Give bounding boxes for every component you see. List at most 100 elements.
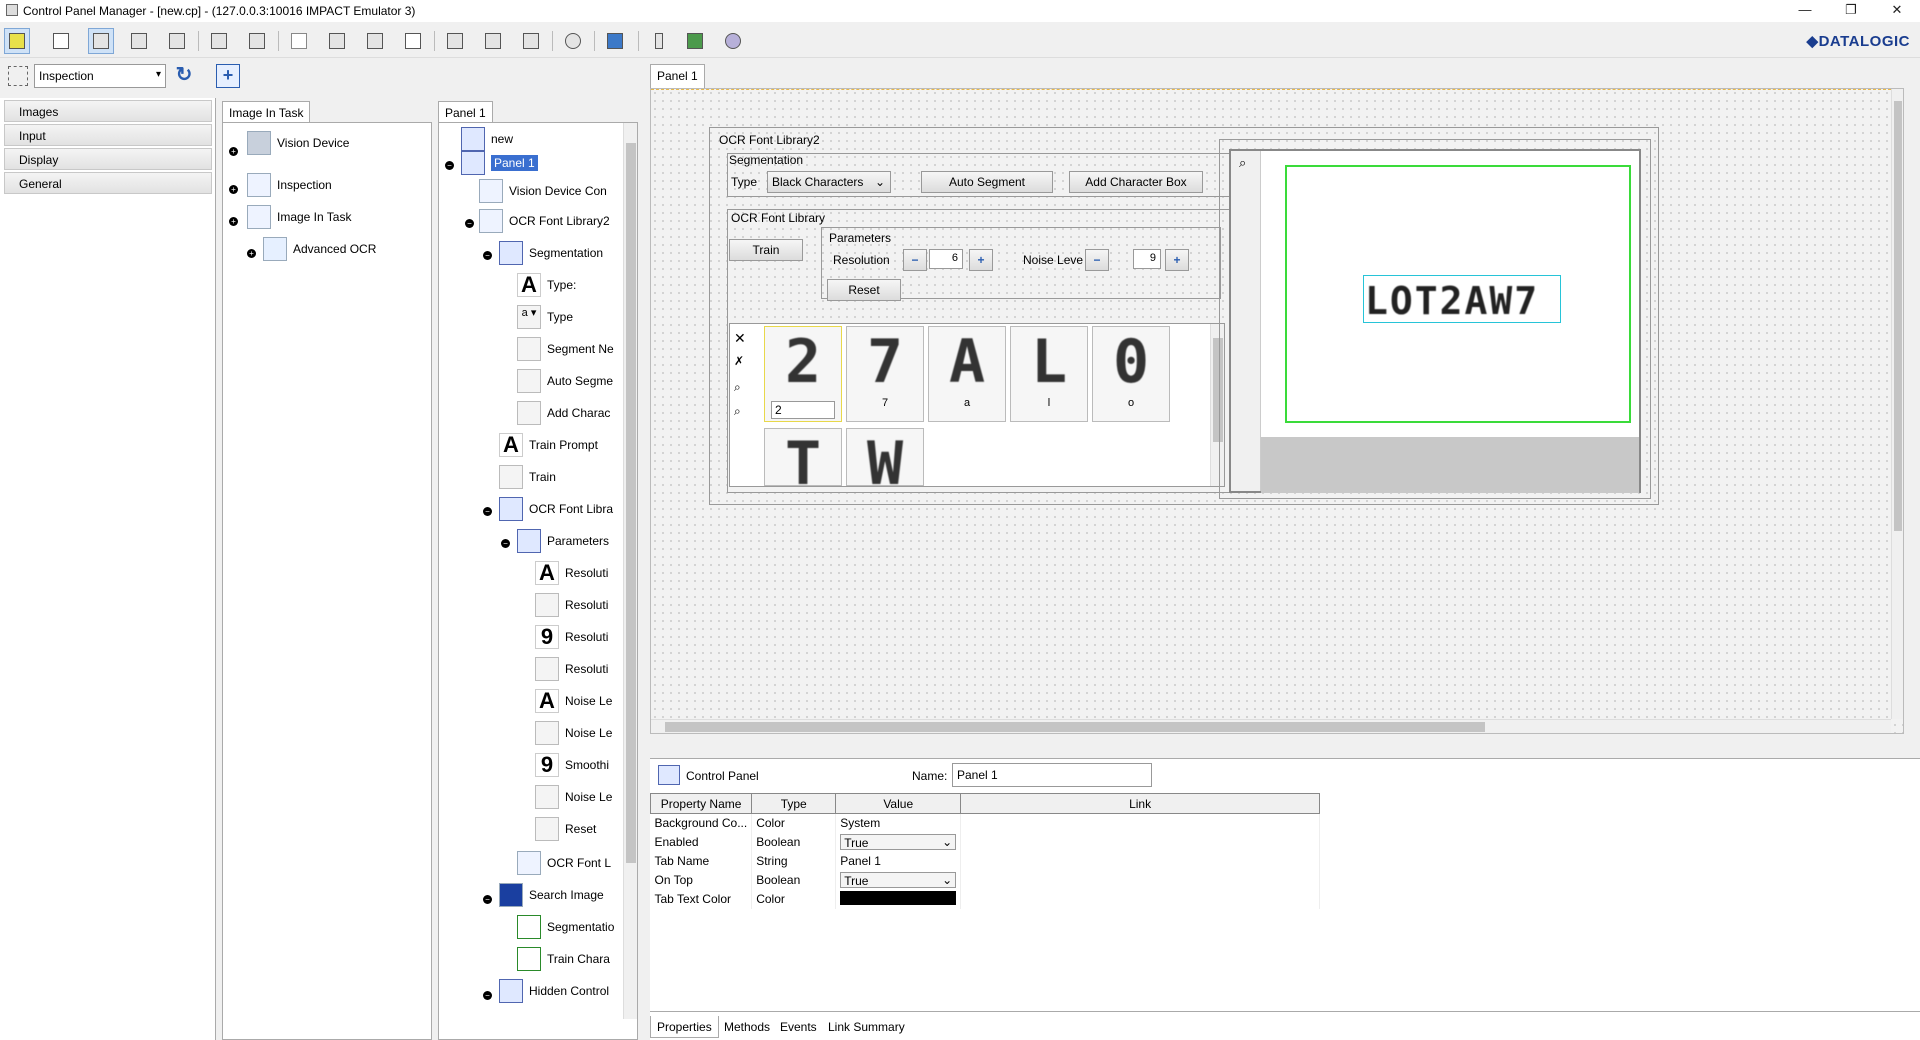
tab-methods[interactable]: Methods xyxy=(718,1016,776,1038)
resolution-minus-button[interactable]: − xyxy=(903,249,927,271)
noise-plus-button[interactable]: + xyxy=(1165,249,1189,271)
tree-item[interactable]: 9 Resoluti xyxy=(535,625,608,649)
scroll-thumb[interactable] xyxy=(626,143,636,863)
help-button[interactable] xyxy=(682,28,708,54)
restore-button[interactable]: ❐ xyxy=(1828,0,1874,22)
expand-icon[interactable]: + xyxy=(229,217,238,226)
tree-item[interactable]: Segmentation xyxy=(499,241,603,265)
save-all-button[interactable] xyxy=(164,28,190,54)
find-button[interactable] xyxy=(560,28,586,54)
monitor-button[interactable] xyxy=(602,28,628,54)
scroll-thumb[interactable] xyxy=(1894,101,1902,531)
inspection-combo[interactable]: Inspection ▾ xyxy=(34,64,166,88)
char-cell[interactable]: Aa xyxy=(928,326,1006,422)
collapse-icon[interactable]: − xyxy=(483,251,492,260)
tab-events[interactable]: Events xyxy=(774,1016,823,1038)
char-cell[interactable]: 77 xyxy=(846,326,924,422)
tree-item-panel1[interactable]: Panel 1 xyxy=(461,151,538,175)
zoom-out-icon[interactable]: ⌕ xyxy=(734,404,741,419)
auto-segment-button[interactable]: Auto Segment xyxy=(921,171,1053,193)
tree-view-icon[interactable] xyxy=(8,66,28,86)
tree-item-vision-device[interactable]: Vision Device xyxy=(247,131,349,155)
canvas-horizontal-scrollbar[interactable] xyxy=(651,719,1891,733)
print-button[interactable] xyxy=(442,28,468,54)
tree-item[interactable]: A Resoluti xyxy=(535,561,608,585)
collapse-icon[interactable]: − xyxy=(483,991,492,1000)
table-row[interactable]: Enabled Boolean True ⌄ xyxy=(650,832,1320,852)
collapse-icon[interactable]: − xyxy=(445,161,454,170)
tree-item[interactable]: Parameters xyxy=(517,529,609,553)
table-row[interactable]: Background Co... Color System xyxy=(650,813,1320,833)
char-cell[interactable]: Ll xyxy=(1010,326,1088,422)
tab-text-color-swatch[interactable] xyxy=(840,890,957,905)
collapse-icon[interactable]: − xyxy=(465,219,474,228)
name-input[interactable]: Panel 1 xyxy=(952,763,1152,787)
tree-vertical-scrollbar[interactable] xyxy=(623,123,637,1019)
char-cell[interactable]: 0o xyxy=(1092,326,1170,422)
expand-icon[interactable]: + xyxy=(229,147,238,156)
tree-item[interactable]: Segmentatio xyxy=(517,915,614,939)
select-tool-button[interactable] xyxy=(4,28,30,54)
tree-item[interactable]: A Noise Le xyxy=(535,689,612,713)
tab-canvas-panel1[interactable]: Panel 1 xyxy=(650,64,705,88)
column-header[interactable]: Value xyxy=(835,793,962,814)
save-button[interactable] xyxy=(126,28,152,54)
about-button[interactable] xyxy=(720,28,746,54)
cut-button[interactable] xyxy=(286,28,312,54)
tree-item[interactable]: OCR Font Libra xyxy=(499,497,613,521)
table-row[interactable]: Tab Name String Panel 1 xyxy=(650,851,1320,871)
tree-item[interactable]: a ▾ Type xyxy=(517,305,573,329)
tab-properties[interactable]: Properties xyxy=(650,1016,719,1038)
enabled-select[interactable]: True ⌄ xyxy=(840,834,957,850)
tree-item[interactable]: Hidden Control xyxy=(499,979,609,1003)
tree-item-advanced-ocr[interactable]: Advanced OCR xyxy=(263,237,376,261)
nav-display[interactable]: Display xyxy=(4,148,212,170)
tree-item[interactable]: Resoluti xyxy=(535,657,608,681)
add-character-box-button[interactable]: Add Character Box xyxy=(1069,171,1203,193)
print-preview-button[interactable] xyxy=(480,28,506,54)
char-cell[interactable]: T xyxy=(764,428,842,486)
tree-item[interactable]: Train Chara xyxy=(517,947,610,971)
nav-images[interactable]: Images xyxy=(4,100,212,122)
tree-item[interactable]: Vision Device Con xyxy=(479,179,607,203)
tree-item[interactable]: A Train Prompt xyxy=(499,433,598,457)
column-header[interactable]: Property Name xyxy=(649,793,753,814)
canvas-vertical-scrollbar[interactable] xyxy=(1891,89,1903,719)
char-cell[interactable]: 2 2 xyxy=(764,326,842,422)
collapse-icon[interactable]: − xyxy=(501,539,510,548)
tab-panel-tree[interactable]: Panel 1 xyxy=(438,101,493,123)
resolution-value[interactable]: 6 xyxy=(929,249,963,269)
collapse-icon[interactable]: − xyxy=(483,895,492,904)
char-label-input[interactable]: 2 xyxy=(771,401,835,419)
add-icon[interactable]: + xyxy=(216,64,240,88)
copy-button[interactable] xyxy=(324,28,350,54)
minimize-button[interactable]: — xyxy=(1782,0,1828,22)
table-row[interactable]: Tab Text Color Color xyxy=(650,889,1320,909)
tree-item[interactable]: 9 Smoothi xyxy=(535,753,609,777)
paste-button[interactable] xyxy=(362,28,388,54)
remove-all-icon[interactable]: ✗ xyxy=(734,354,744,368)
char-cell[interactable]: W xyxy=(846,428,924,486)
noise-level-value[interactable]: 9 xyxy=(1133,249,1161,269)
nav-input[interactable]: Input xyxy=(4,124,212,146)
pin-button[interactable] xyxy=(646,28,672,54)
new-button[interactable] xyxy=(48,28,74,54)
remove-char-icon[interactable]: ✕ xyxy=(734,330,746,347)
tree-item[interactable]: Resoluti xyxy=(535,593,608,617)
refresh-icon[interactable]: ↻ xyxy=(172,64,196,88)
noise-minus-button[interactable]: − xyxy=(1085,249,1109,271)
zoom-in-icon[interactable]: ⌕ xyxy=(734,380,741,395)
tree-item[interactable]: Segment Ne xyxy=(517,337,614,361)
resolution-plus-button[interactable]: + xyxy=(969,249,993,271)
expand-icon[interactable]: + xyxy=(229,185,238,194)
tree-item[interactable]: Noise Le xyxy=(535,721,612,745)
collapse-icon[interactable]: − xyxy=(483,507,492,516)
tree-item[interactable]: A Type: xyxy=(517,273,576,297)
tree-item-image-in-task[interactable]: Image In Task xyxy=(247,205,351,229)
reset-button[interactable]: Reset xyxy=(827,279,901,301)
delete-button[interactable] xyxy=(400,28,426,54)
page-setup-button[interactable] xyxy=(518,28,544,54)
upload-button[interactable] xyxy=(244,28,270,54)
tree-item[interactable]: Search Image xyxy=(499,883,604,907)
train-button[interactable]: Train xyxy=(729,239,803,261)
